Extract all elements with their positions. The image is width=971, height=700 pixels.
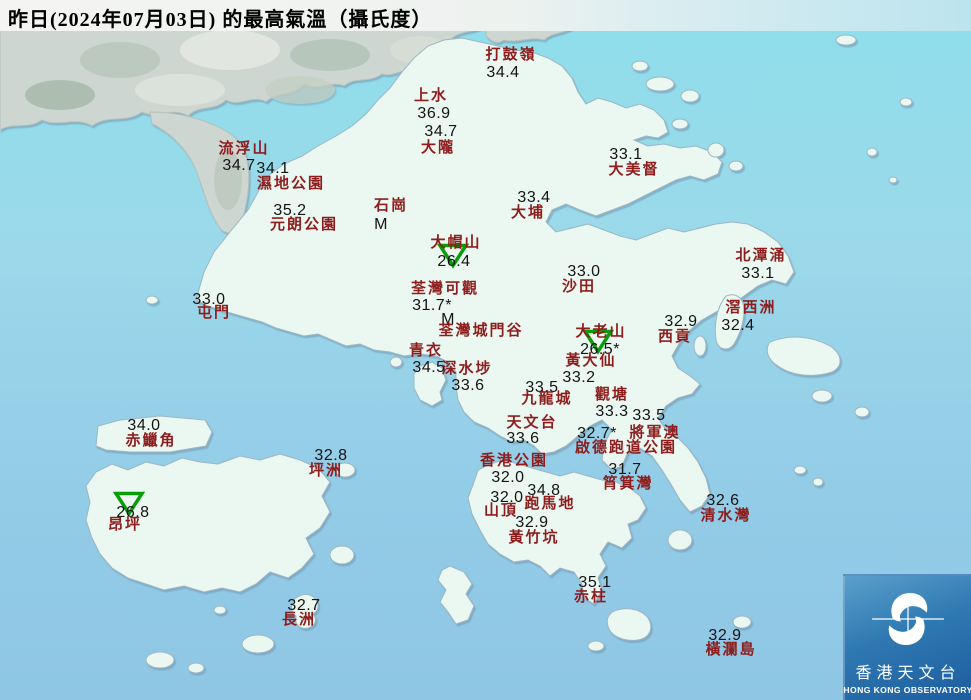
- station-name: 打鼓嶺: [485, 48, 536, 64]
- station-name: 大老山: [575, 325, 626, 341]
- station-name: 九龍城: [521, 392, 572, 408]
- mirs-bay-islet: [900, 98, 912, 106]
- station-value: 26.4: [437, 254, 470, 271]
- ninepin-island-2: [813, 478, 823, 486]
- station-name: 北潭涌: [735, 249, 786, 265]
- station-name: 昂坪: [108, 518, 142, 534]
- station-name: 坪洲: [309, 464, 343, 480]
- station-name: 大隴: [421, 141, 455, 157]
- station-name: 筲箕灣: [602, 477, 653, 493]
- station-name: 深水埗: [441, 362, 492, 378]
- station-value: 32.0: [491, 470, 524, 487]
- station-name: 青衣: [409, 344, 443, 360]
- hko-logo-english-name: HONG KONG OBSERVATORY: [843, 685, 971, 695]
- lung-kwu-chau-island: [146, 296, 158, 304]
- station-name: 流浮山: [218, 142, 269, 158]
- station-name: 大帽山: [430, 236, 481, 252]
- station-value: 33.2: [562, 370, 595, 387]
- hong-kong-basemap: [0, 0, 971, 700]
- station-value: 34.4: [486, 65, 519, 82]
- station-name: 黃竹坑: [508, 531, 559, 547]
- small-island: [855, 407, 869, 417]
- station-name: 赤鱲角: [125, 434, 176, 450]
- mirs-bay-islet-3: [889, 177, 897, 183]
- station-name: 大美督: [608, 163, 659, 179]
- station-value: 36.9: [417, 106, 450, 123]
- station-name: 香港公園: [480, 454, 548, 470]
- station-name: 西貢: [658, 330, 692, 346]
- soko-island: [146, 652, 174, 668]
- hko-logo: 香港天文台 HONG KONG OBSERVATORY: [843, 574, 971, 700]
- small-island-ne: [632, 61, 648, 71]
- station-name: 沙田: [562, 280, 596, 296]
- map-title: 昨日(2024年07月03日) 的最高氣溫（攝氏度）: [8, 3, 432, 32]
- tap-mun-island: [708, 143, 724, 157]
- hko-max-temperature-map: 34.4打鼓嶺36.9上水34.7大隴34.7流浮山34.1濕地公園35.2元朗…: [0, 0, 971, 700]
- new-territories-kowloon: [196, 38, 794, 512]
- shek-kwu-chau-island: [242, 635, 274, 653]
- station-name: 黃大仙: [565, 354, 616, 370]
- station-value: M: [374, 217, 388, 234]
- double-haven-island: [681, 90, 699, 102]
- station-name: 啟德跑道公園: [575, 441, 677, 457]
- station-name: 清水灣: [700, 509, 751, 525]
- po-toi-islet-2: [588, 641, 604, 651]
- sharp-island: [694, 336, 706, 356]
- tung-lung-island: [668, 530, 692, 550]
- mirs-bay-islet-2: [867, 148, 877, 156]
- ninepin-island: [794, 466, 806, 474]
- high-island: [767, 337, 840, 375]
- station-value: 33.5: [632, 408, 665, 425]
- station-name: 上水: [414, 89, 448, 105]
- station-name: 滘西洲: [725, 301, 776, 317]
- town-island: [812, 390, 832, 402]
- station-name: 觀塘: [595, 388, 629, 404]
- station-value: 33.3: [595, 404, 628, 421]
- hko-s-logo-icon: [869, 580, 947, 658]
- station-name: 濕地公園: [257, 177, 325, 193]
- station-name: 大埔: [511, 206, 545, 222]
- station-value: 32.4: [721, 318, 754, 335]
- lamma-island: [438, 566, 474, 624]
- station-name: 荃灣城門谷: [438, 324, 523, 340]
- station-name: 長洲: [282, 613, 316, 629]
- station-value: 33.6: [451, 378, 484, 395]
- station-value: 33.1: [741, 266, 774, 283]
- station-value: 33.6: [506, 431, 539, 448]
- ping-chau-island: [836, 35, 856, 45]
- title-bar: 昨日(2024年07月03日) 的最高氣溫（攝氏度）: [0, 0, 971, 31]
- crooked-island: [646, 77, 674, 91]
- station-name: 天文台: [506, 416, 557, 432]
- station-name: 赤柱: [574, 590, 608, 606]
- station-name: 橫瀾島: [705, 643, 756, 659]
- station-value: 34.7: [424, 124, 457, 141]
- station-name: 山頂: [484, 504, 518, 520]
- south-lantau-islet: [214, 606, 226, 614]
- po-toi-island: [607, 609, 651, 641]
- double-haven-island-2: [672, 119, 688, 129]
- station-name: 跑馬地: [524, 497, 575, 513]
- grass-island: [729, 161, 743, 171]
- ma-wan-island: [390, 357, 402, 367]
- station-value: 34.7: [222, 158, 255, 175]
- station-name: 屯門: [197, 306, 231, 322]
- station-name: 石崗: [374, 199, 408, 215]
- hei-ling-chau-island: [330, 546, 354, 564]
- hko-logo-chinese-name: 香港天文台: [855, 659, 960, 683]
- soko-island-2: [188, 663, 204, 673]
- station-name: 荃灣可觀: [411, 282, 479, 298]
- station-name: 元朗公園: [270, 218, 338, 234]
